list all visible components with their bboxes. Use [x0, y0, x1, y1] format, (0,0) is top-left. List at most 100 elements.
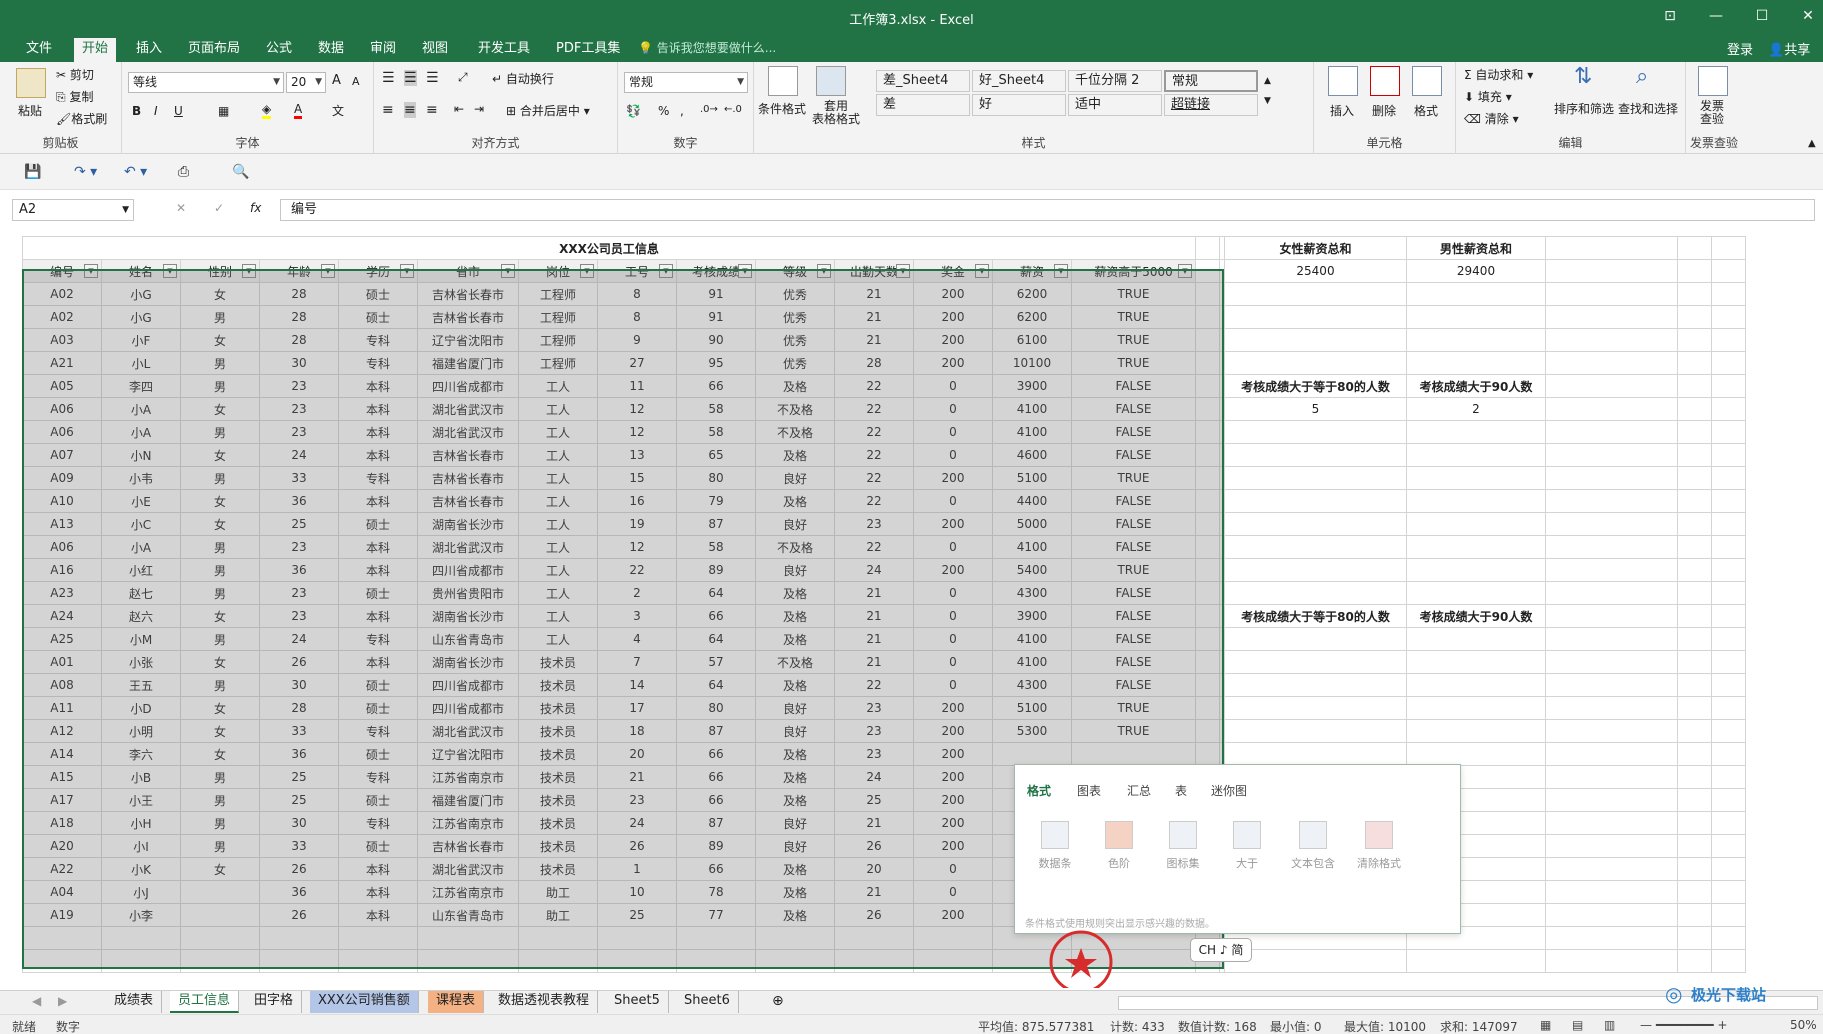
data-cell[interactable]: 36	[259, 742, 339, 766]
data-cell[interactable]: 200	[913, 282, 993, 306]
data-cell[interactable]: 湖南省长沙市	[417, 650, 519, 674]
data-cell[interactable]: 硕士	[338, 742, 418, 766]
data-cell[interactable]: 小N	[101, 443, 181, 467]
data-cell[interactable]: TRUE	[1071, 351, 1196, 375]
paste-button[interactable]: 粘贴	[18, 102, 42, 119]
data-cell[interactable]: 87	[676, 811, 756, 835]
empty-cell[interactable]	[676, 949, 756, 973]
empty-cell[interactable]	[1545, 236, 1678, 260]
empty-cell[interactable]	[1195, 627, 1220, 651]
align-middle-icon[interactable]: ☰	[404, 70, 417, 86]
empty-cell[interactable]	[1545, 811, 1678, 835]
data-cell[interactable]: 91	[676, 305, 756, 329]
data-cell[interactable]: 技术员	[518, 765, 598, 789]
empty-cell[interactable]	[1677, 489, 1712, 513]
empty-cell[interactable]	[597, 926, 677, 950]
empty-cell[interactable]	[1545, 788, 1678, 812]
normal-view-icon[interactable]: ▦	[1540, 1018, 1551, 1032]
data-cell[interactable]: 本科	[338, 857, 418, 881]
data-cell[interactable]: 21	[597, 765, 677, 789]
empty-cell[interactable]	[1545, 926, 1678, 950]
data-cell[interactable]: 20	[597, 742, 677, 766]
empty-cell[interactable]	[1406, 305, 1546, 329]
data-cell[interactable]: 小M	[101, 627, 181, 651]
column-header-cell[interactable]: 奖金 ▼	[913, 259, 993, 283]
data-cell[interactable]: A14	[22, 742, 102, 766]
empty-cell[interactable]	[1677, 466, 1712, 490]
data-cell[interactable]: 4600	[992, 443, 1072, 467]
empty-cell[interactable]	[1677, 696, 1712, 720]
data-cell[interactable]: 87	[676, 512, 756, 536]
data-cell[interactable]: 25	[259, 765, 339, 789]
filter-dropdown-icon[interactable]: ▼	[242, 264, 256, 278]
data-cell[interactable]: 23	[834, 512, 914, 536]
data-cell[interactable]: FALSE	[1071, 374, 1196, 398]
empty-cell[interactable]	[1677, 811, 1712, 835]
data-cell[interactable]: 小明	[101, 719, 181, 743]
data-cell[interactable]: 8	[597, 282, 677, 306]
cut-button[interactable]: ✂ 剪切	[56, 66, 94, 83]
data-cell[interactable]: 200	[913, 305, 993, 329]
data-cell[interactable]: 0	[913, 397, 993, 421]
empty-cell[interactable]	[1545, 282, 1678, 306]
conditional-format-button[interactable]: 条件格式	[758, 100, 806, 117]
data-cell[interactable]: 女	[180, 443, 260, 467]
data-cell[interactable]: 小李	[101, 903, 181, 927]
data-cell[interactable]: 5100	[992, 466, 1072, 490]
empty-cell[interactable]	[1711, 627, 1746, 651]
italic-button[interactable]: I	[154, 104, 158, 118]
data-cell[interactable]: 吉林省长春市	[417, 466, 519, 490]
data-cell[interactable]: A21	[22, 351, 102, 375]
sort-filter-icon[interactable]: ⇅	[1574, 64, 1592, 89]
data-cell[interactable]: FALSE	[1071, 581, 1196, 605]
data-cell[interactable]: A06	[22, 420, 102, 444]
data-cell[interactable]: 30	[259, 351, 339, 375]
data-cell[interactable]: A08	[22, 673, 102, 697]
empty-cell[interactable]	[1677, 903, 1712, 927]
data-cell[interactable]: 64	[676, 673, 756, 697]
data-cell[interactable]	[992, 742, 1072, 766]
data-cell[interactable]: 30	[259, 811, 339, 835]
tab-formulas[interactable]: 公式	[258, 38, 300, 62]
data-cell[interactable]: A18	[22, 811, 102, 835]
empty-cell[interactable]	[1677, 328, 1712, 352]
font-color-icon[interactable]: A	[294, 102, 303, 119]
data-cell[interactable]: 及格	[755, 857, 835, 881]
data-cell[interactable]: 工人	[518, 466, 598, 490]
empty-cell[interactable]	[1677, 650, 1712, 674]
empty-cell[interactable]	[1224, 535, 1407, 559]
empty-cell[interactable]	[1195, 374, 1220, 398]
empty-cell[interactable]	[1677, 719, 1712, 743]
data-cell[interactable]: 吉林省长春市	[417, 282, 519, 306]
data-cell[interactable]	[180, 880, 260, 904]
female-salary-value-cell[interactable]: 25400	[1224, 259, 1407, 283]
data-cell[interactable]: A19	[22, 903, 102, 927]
data-cell[interactable]: 25	[834, 788, 914, 812]
data-cell[interactable]: 工人	[518, 627, 598, 651]
data-cell[interactable]: 本科	[338, 374, 418, 398]
data-cell[interactable]: 65	[676, 443, 756, 467]
data-cell[interactable]: 硕士	[338, 696, 418, 720]
data-cell[interactable]: 0	[913, 443, 993, 467]
empty-cell[interactable]	[834, 949, 914, 973]
data-cell[interactable]: 23	[259, 397, 339, 421]
data-cell[interactable]: 200	[913, 512, 993, 536]
data-cell[interactable]: A25	[22, 627, 102, 651]
data-cell[interactable]: A09	[22, 466, 102, 490]
data-cell[interactable]: 本科	[338, 420, 418, 444]
undo-icon[interactable]: ↶ ▾	[124, 164, 147, 180]
data-cell[interactable]: 及格	[755, 604, 835, 628]
data-cell[interactable]: 工人	[518, 443, 598, 467]
data-cell[interactable]: 江苏省南京市	[417, 765, 519, 789]
empty-cell[interactable]	[755, 926, 835, 950]
data-cell[interactable]: 硕士	[338, 673, 418, 697]
empty-cell[interactable]	[1677, 742, 1712, 766]
data-cell[interactable]: 18	[597, 719, 677, 743]
data-cell[interactable]: 1	[597, 857, 677, 881]
data-cell[interactable]: 0	[913, 880, 993, 904]
data-cell[interactable]: 23	[259, 535, 339, 559]
data-cell[interactable]	[1071, 742, 1196, 766]
data-cell[interactable]: A17	[22, 788, 102, 812]
empty-cell[interactable]	[1224, 581, 1407, 605]
data-cell[interactable]: 24	[834, 558, 914, 582]
